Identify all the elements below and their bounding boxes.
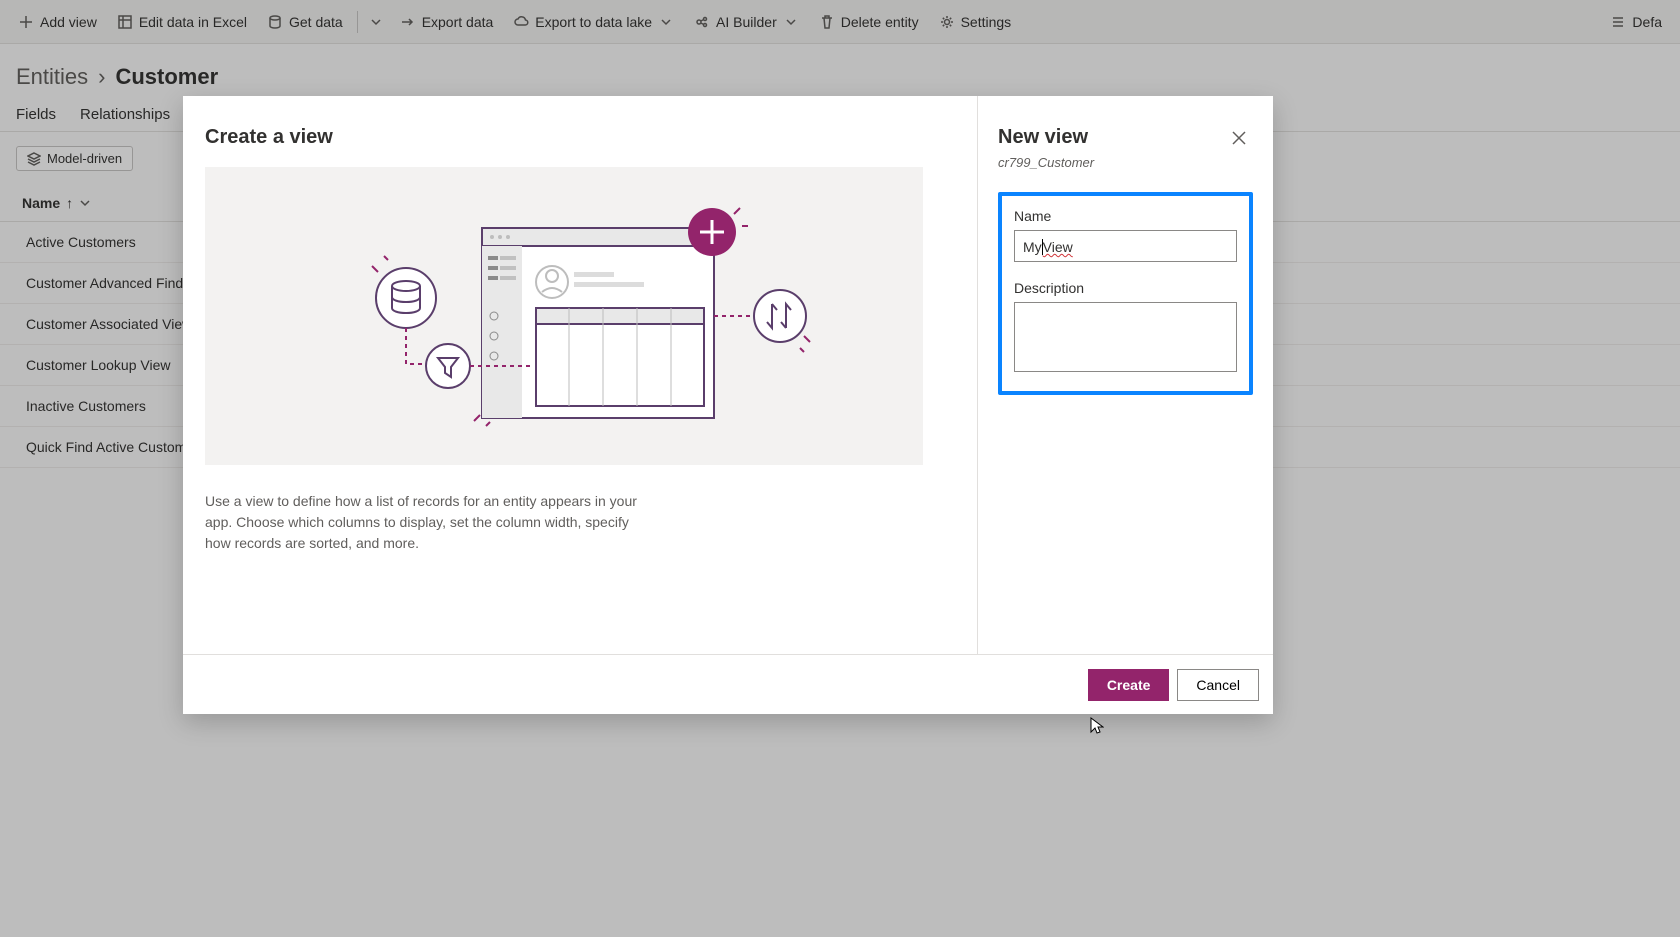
name-label: Name	[1014, 208, 1237, 224]
cancel-button[interactable]: Cancel	[1177, 669, 1259, 701]
description-textarea[interactable]	[1014, 302, 1237, 372]
modal-footer: Create Cancel	[183, 654, 1273, 714]
modal-description: Use a view to define how a list of recor…	[205, 491, 645, 554]
entity-name: cr799_Customer	[998, 155, 1253, 170]
description-label: Description	[1014, 280, 1237, 296]
close-icon	[1232, 131, 1246, 145]
name-input-value: View	[1043, 239, 1073, 255]
create-view-illustration	[205, 167, 923, 465]
side-title: New view	[998, 126, 1253, 149]
form-highlight-area: Name MyView Description	[998, 192, 1253, 395]
create-button[interactable]: Create	[1088, 669, 1170, 701]
modal-title: Create a view	[205, 126, 955, 149]
modal-left-panel: Create a view	[183, 96, 977, 654]
modal-right-panel: New view cr799_Customer Name MyView Desc…	[977, 96, 1273, 654]
create-view-modal: Create a view	[183, 96, 1273, 714]
name-input[interactable]: MyView	[1014, 230, 1237, 262]
close-button[interactable]	[1227, 126, 1251, 150]
